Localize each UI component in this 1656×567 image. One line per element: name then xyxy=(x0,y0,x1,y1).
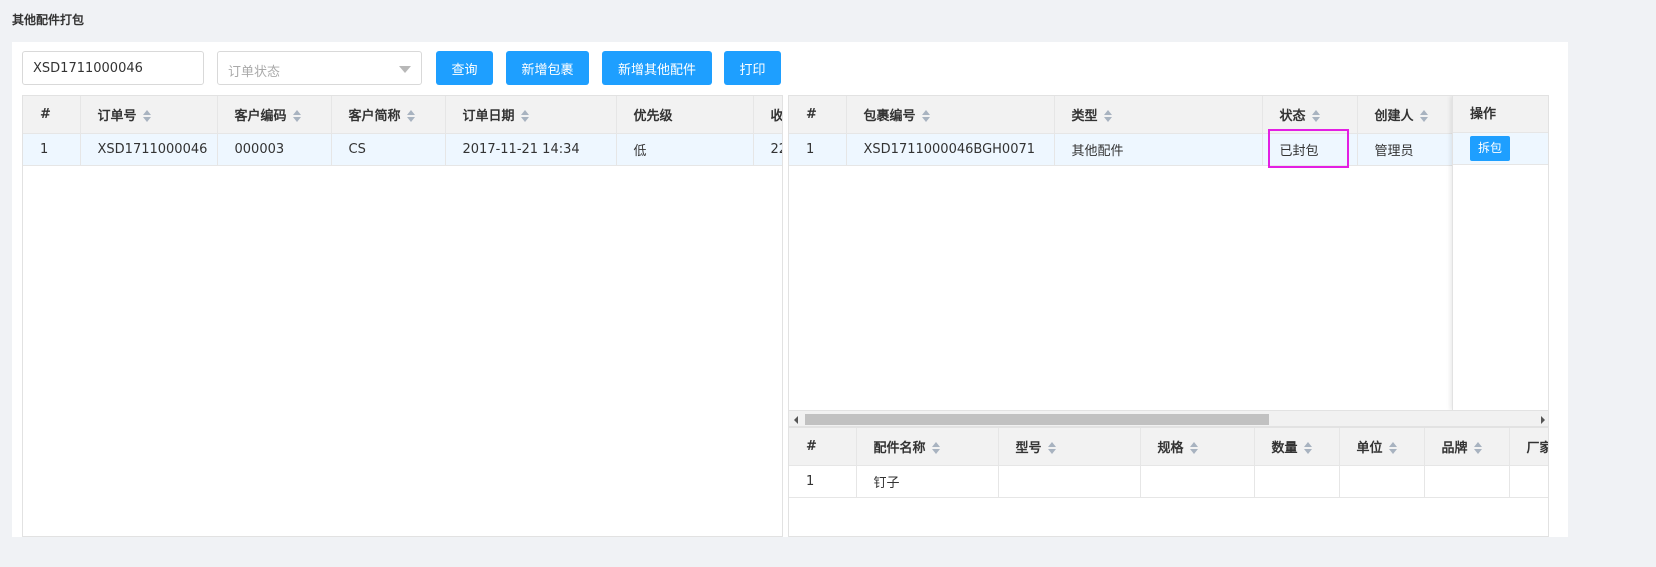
sort-icon[interactable] xyxy=(142,110,152,123)
sort-icon[interactable] xyxy=(292,110,302,123)
sort-icon[interactable] xyxy=(1103,110,1113,123)
horizontal-scrollbar[interactable] xyxy=(789,410,1548,426)
col-index: # xyxy=(789,96,847,134)
col-quantity[interactable]: 数量 xyxy=(1254,428,1340,466)
unpack-button[interactable]: 拆包 xyxy=(1470,136,1511,161)
col-manufacturer: 厂家 xyxy=(1509,428,1548,466)
col-label: 数量 xyxy=(1271,440,1298,456)
cell xyxy=(998,465,1141,498)
col-label: 型号 xyxy=(1015,440,1042,456)
cell xyxy=(1140,465,1255,498)
col-label: 订单日期 xyxy=(462,108,515,124)
cell: 2017-11-21 14:34 xyxy=(445,133,617,166)
scrollbar-thumb[interactable] xyxy=(805,414,1269,425)
col-customer-name[interactable]: 客户简称 xyxy=(331,96,446,134)
col-order-date[interactable]: 订单日期 xyxy=(445,96,617,134)
cell: 1 xyxy=(23,133,81,166)
col-label: 类型 xyxy=(1071,108,1098,124)
add-package-button[interactable]: 新增包裹 xyxy=(506,51,589,85)
cell: XSD1711000046BGH0071 xyxy=(846,133,1055,166)
action-cell: 拆包 xyxy=(1453,133,1548,165)
print-button[interactable]: 打印 xyxy=(724,51,781,85)
table-row[interactable]: 1 XSD1711000046 000003 CS 2017-11-21 14:… xyxy=(23,133,782,166)
cell: 1 xyxy=(789,465,857,498)
orders-table: # 订单号 客户编码 客户简称 订单日期 优先级 收 1 XSD17110000… xyxy=(22,95,783,537)
sort-icon[interactable] xyxy=(1047,442,1057,455)
cell xyxy=(1254,465,1340,498)
col-brand[interactable]: 品牌 xyxy=(1424,428,1510,466)
col-label: 客户简称 xyxy=(348,108,401,124)
order-status-select[interactable]: 订单状态 xyxy=(217,51,422,85)
page-title: 其他配件打包 xyxy=(12,13,85,27)
col-label: 规格 xyxy=(1157,440,1184,456)
sort-icon[interactable] xyxy=(1473,442,1483,455)
col-label: 配件名称 xyxy=(873,440,926,456)
sort-icon[interactable] xyxy=(1311,110,1321,123)
cell xyxy=(1339,465,1425,498)
col-customer-code[interactable]: 客户编码 xyxy=(217,96,332,134)
sort-icon[interactable] xyxy=(1419,110,1429,123)
action-column: 操作 拆包 xyxy=(1452,96,1548,410)
col-creator[interactable]: 创建人 xyxy=(1357,96,1455,134)
col-package-no[interactable]: 包裹编号 xyxy=(846,96,1055,134)
cell xyxy=(1424,465,1510,498)
scroll-left-icon[interactable] xyxy=(794,416,798,424)
col-label: 单位 xyxy=(1356,440,1383,456)
col-unit[interactable]: 单位 xyxy=(1339,428,1425,466)
query-button[interactable]: 查询 xyxy=(436,51,493,85)
cell: XSD1711000046 xyxy=(80,133,218,166)
cell: 其他配件 xyxy=(1054,133,1263,166)
sort-icon[interactable] xyxy=(1388,442,1398,455)
cell xyxy=(1509,465,1548,498)
scroll-right-icon[interactable] xyxy=(1541,416,1545,424)
col-label: 客户编码 xyxy=(234,108,287,124)
cell: 低 xyxy=(616,133,754,166)
cell: 22 xyxy=(753,133,782,166)
cell: 000003 xyxy=(217,133,332,166)
col-spec[interactable]: 规格 xyxy=(1140,428,1255,466)
table-row[interactable]: 1 XSD1711000046BGH0071 其他配件 已封包 管理员 xyxy=(789,133,1455,166)
packages-table: # 包裹编号 类型 状态 创建人 1 XSD1711000046BGH0071 … xyxy=(788,95,1549,427)
col-label: 创建人 xyxy=(1374,108,1414,124)
cell: CS xyxy=(331,133,446,166)
add-other-parts-button[interactable]: 新增其他配件 xyxy=(602,51,712,85)
parts-table: # 配件名称 型号 规格 数量 单位 品牌 厂家 1 钉子 xyxy=(788,427,1549,537)
col-index: # xyxy=(23,96,81,134)
sort-icon[interactable] xyxy=(1189,442,1199,455)
sort-icon[interactable] xyxy=(406,110,416,123)
orders-header-row: # 订单号 客户编码 客户简称 订单日期 优先级 收 xyxy=(23,96,782,134)
col-priority: 优先级 xyxy=(616,96,754,134)
col-action: 操作 xyxy=(1453,96,1548,133)
col-part-name[interactable]: 配件名称 xyxy=(856,428,999,466)
col-label: 品牌 xyxy=(1441,440,1468,456)
sort-icon[interactable] xyxy=(520,110,530,123)
col-index: # xyxy=(789,428,857,466)
order-status-placeholder: 订单状态 xyxy=(228,65,281,80)
col-label: 包裹编号 xyxy=(863,108,916,124)
cell: 1 xyxy=(789,133,847,166)
sort-icon[interactable] xyxy=(921,110,931,123)
order-number-input[interactable] xyxy=(22,51,204,85)
col-type[interactable]: 类型 xyxy=(1054,96,1263,134)
col-status[interactable]: 状态 xyxy=(1262,96,1358,134)
parts-header-row: # 配件名称 型号 规格 数量 单位 品牌 厂家 xyxy=(789,428,1548,466)
col-label: 订单号 xyxy=(97,108,137,124)
main-panel: 订单状态 查询 新增包裹 新增其他配件 打印 # 订单号 客户编码 客户简称 订… xyxy=(12,42,1568,537)
cell: 管理员 xyxy=(1357,133,1455,166)
packages-header-row: # 包裹编号 类型 状态 创建人 xyxy=(789,96,1455,134)
col-receive: 收 xyxy=(753,96,782,134)
col-label: 状态 xyxy=(1279,108,1306,124)
sort-icon[interactable] xyxy=(1303,442,1313,455)
table-row[interactable]: 1 钉子 xyxy=(789,465,1548,498)
chevron-down-icon xyxy=(399,66,411,73)
col-model[interactable]: 型号 xyxy=(998,428,1141,466)
sort-icon[interactable] xyxy=(931,442,941,455)
col-order-no[interactable]: 订单号 xyxy=(80,96,218,134)
cell: 钉子 xyxy=(856,465,999,498)
status-cell: 已封包 xyxy=(1262,133,1358,166)
